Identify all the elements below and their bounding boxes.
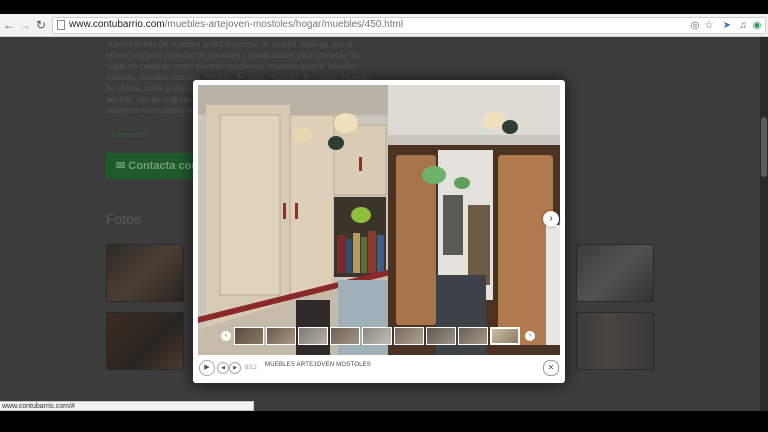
- forward-arrow-icon[interactable]: →: [18, 17, 32, 33]
- photo-thumbnail[interactable]: [576, 244, 654, 302]
- reload-icon[interactable]: ↻: [34, 17, 48, 33]
- strip-thumbnail[interactable]: [298, 327, 328, 345]
- page-scrollbar[interactable]: [760, 37, 768, 411]
- close-lightbox-button[interactable]: ✕: [543, 360, 559, 376]
- status-bar-url: www.contubarrio.com/#: [0, 401, 254, 411]
- strip-thumbnail[interactable]: [362, 327, 392, 345]
- speaker-icon[interactable]: ♫: [737, 20, 749, 32]
- room-photo-image: [198, 85, 560, 355]
- photo-counter: 8/12: [245, 365, 257, 371]
- strip-thumbnail[interactable]: [330, 327, 360, 345]
- close-icon: ✕: [547, 363, 555, 372]
- url-path: /muebles-artejoven-mostoles/hogar/mueble…: [164, 19, 404, 30]
- play-slideshow-button[interactable]: ▶: [199, 360, 215, 376]
- hand-cursor-icon: ☟: [553, 219, 561, 233]
- forward-icon: ▶: [233, 365, 237, 371]
- photo-thumbnail[interactable]: [106, 312, 184, 370]
- thumbstrip-prev-button[interactable]: ‹: [221, 331, 231, 341]
- back-arrow-icon[interactable]: ←: [2, 17, 16, 33]
- window-bottom-bar: [0, 411, 768, 432]
- thumbstrip-prev-icon: ‹: [225, 333, 227, 339]
- strip-thumbnail[interactable]: [266, 327, 296, 345]
- strip-thumbnail[interactable]: [394, 327, 424, 345]
- photo-thumbnail[interactable]: [106, 244, 184, 302]
- url-host: www.contubarrio.com: [69, 19, 165, 30]
- strip-thumbnail[interactable]: [426, 327, 456, 345]
- more-info-link[interactable]: + Información: [106, 132, 149, 139]
- scrollbar-thumb[interactable]: [761, 117, 767, 177]
- photo-thumbnail[interactable]: [576, 312, 654, 370]
- thumbstrip-next-icon: ›: [529, 333, 531, 339]
- page-icon: [57, 20, 65, 30]
- location-icon[interactable]: ◎: [689, 20, 701, 32]
- address-url: www.contubarrio.com/muebles-artejoven-mo…: [69, 19, 403, 30]
- previous-icon: ◀: [221, 365, 225, 371]
- lightbox-footer: ▶ ◀ ▶ 8/12 MUEBLES ARTEJOVEN MOSTOLES ✕: [193, 355, 565, 383]
- previous-photo-button[interactable]: ◀: [217, 362, 229, 374]
- play-icon: ▶: [204, 364, 210, 371]
- forward-photo-button[interactable]: ▶: [229, 362, 241, 374]
- thumbstrip-next-button[interactable]: ›: [525, 331, 535, 341]
- lightbox-photo: [198, 85, 560, 355]
- browser-toolbar: ← → ↻ www.contubarrio.com/muebles-artejo…: [0, 14, 768, 37]
- strip-thumbnail-active[interactable]: [490, 327, 520, 345]
- extension-arrow-icon[interactable]: ➤: [721, 20, 733, 32]
- contact-button[interactable]: ✉ Contacta con: [106, 153, 196, 179]
- window-top-bar: [0, 0, 768, 14]
- photo-caption: MUEBLES ARTEJOVEN MOSTOLES: [265, 362, 372, 368]
- bookmark-star-icon[interactable]: ☆: [703, 20, 715, 32]
- fotos-heading: Fotos: [106, 211, 142, 227]
- extension-g-icon[interactable]: ◉: [751, 20, 763, 32]
- strip-thumbnail[interactable]: [458, 327, 488, 345]
- strip-thumbnail[interactable]: [234, 327, 264, 345]
- address-bar[interactable]: www.contubarrio.com/muebles-artejoven-mo…: [52, 17, 766, 34]
- contact-button-label: Contacta con: [128, 160, 196, 172]
